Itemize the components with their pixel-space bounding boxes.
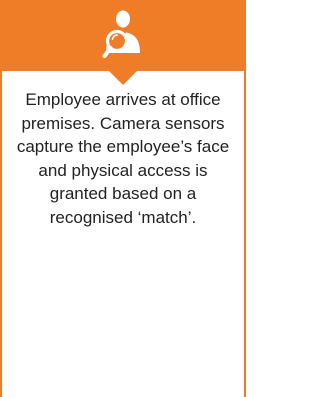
header-pointer [109,71,137,85]
process-step-card: Employee arrives at office premises. Cam… [0,0,246,397]
step-description: Employee arrives at office premises. Cam… [16,90,230,227]
card-right-border [244,71,246,397]
employee-search-icon [102,10,144,62]
card-left-border [0,71,2,397]
